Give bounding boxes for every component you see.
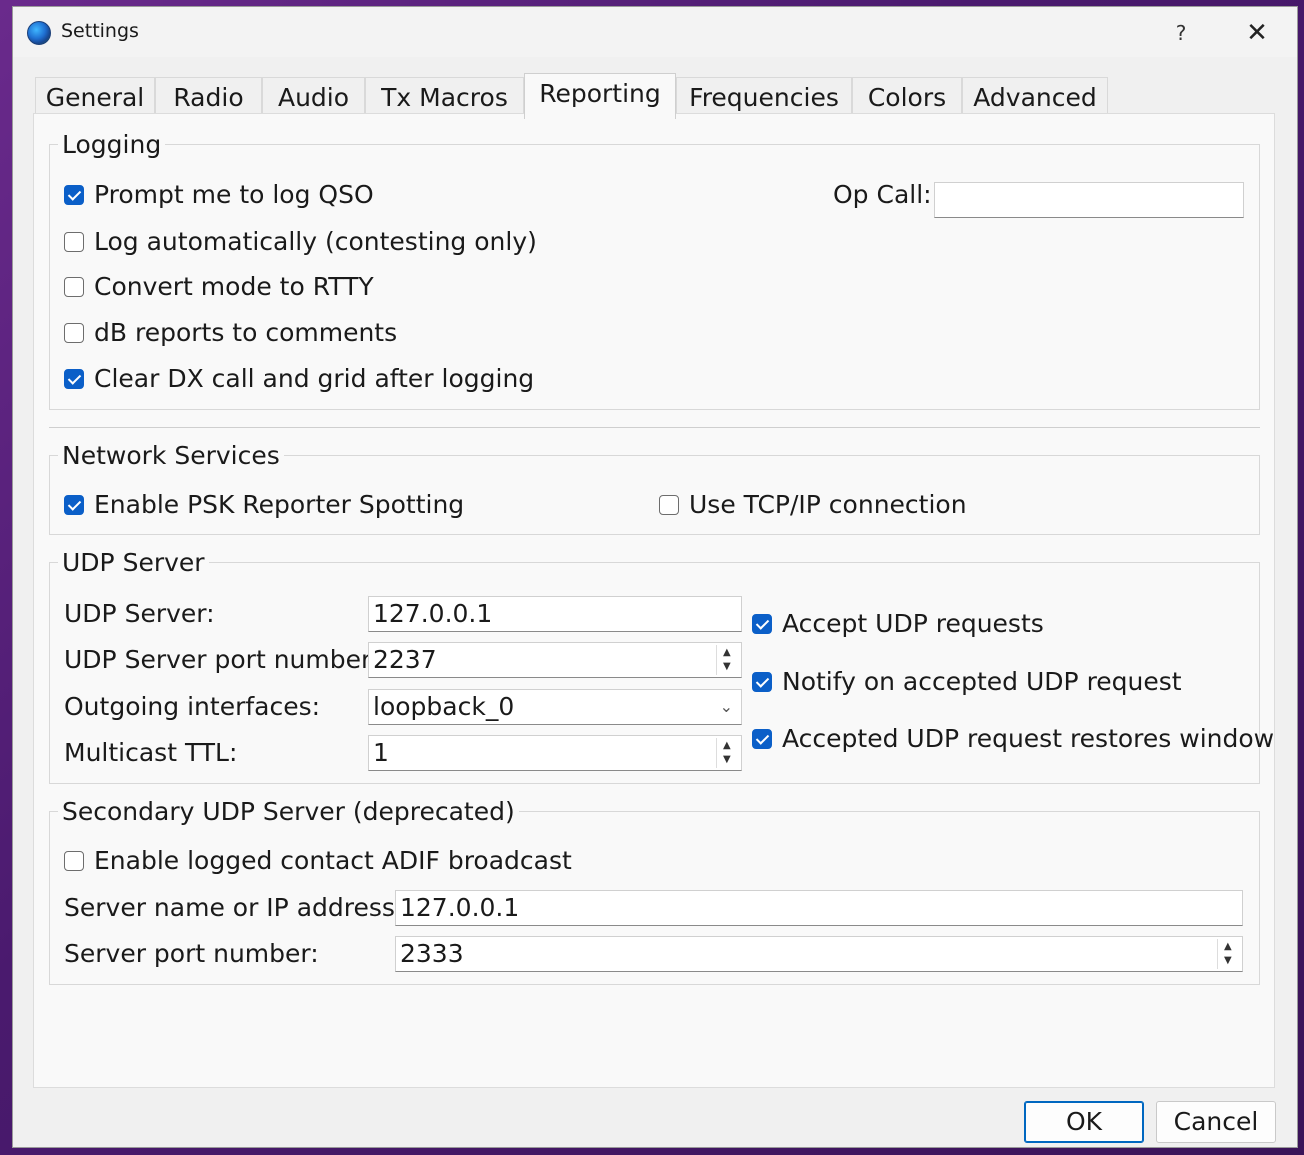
settings-dialog: Settings ? ✕ General Radio Audio Tx Macr… (12, 6, 1298, 1148)
ttl-value: 1 (373, 738, 389, 767)
close-icon[interactable]: ✕ (1239, 15, 1275, 51)
tab-audio[interactable]: Audio (262, 77, 365, 117)
logging-title: Logging (58, 130, 166, 159)
udp-server-label: UDP Server: (64, 599, 215, 628)
notify-udp-checkbox[interactable]: Notify on accepted UDP request (752, 667, 1182, 697)
window-title: Settings (61, 20, 139, 42)
convert-rtty-checkbox[interactable]: Convert mode to RTTY (64, 272, 374, 302)
ttl-label: Multicast TTL: (64, 738, 238, 767)
iface-label: Outgoing interfaces: (64, 692, 321, 721)
tab-tx-macros[interactable]: Tx Macros (365, 77, 524, 117)
log-auto-checkbox[interactable]: Log automatically (contesting only) (64, 227, 537, 257)
server-port-spinbox[interactable]: 2333 ▲ ▼ (395, 936, 1243, 972)
cancel-button[interactable]: Cancel (1156, 1101, 1276, 1143)
checkbox-icon (64, 232, 84, 252)
db-reports-checkbox[interactable]: dB reports to comments (64, 318, 397, 348)
tab-advanced[interactable]: Advanced (962, 77, 1108, 117)
spin-buttons[interactable]: ▲ ▼ (1217, 939, 1240, 969)
spin-buttons[interactable]: ▲ ▼ (716, 738, 739, 768)
checkbox-icon (64, 323, 84, 343)
tab-reporting[interactable]: Reporting (524, 73, 676, 119)
tab-general[interactable]: General (35, 77, 155, 117)
spin-down-icon: ▼ (723, 754, 731, 765)
divider (49, 427, 1260, 428)
tcp-ip-checkbox[interactable]: Use TCP/IP connection (659, 490, 967, 520)
chevron-down-icon: ⌄ (719, 697, 733, 716)
reporting-page: Logging Prompt me to log QSO Log automat… (33, 113, 1275, 1088)
check-icon (64, 185, 84, 205)
spin-buttons[interactable]: ▲ ▼ (716, 645, 739, 675)
prompt-log-checkbox[interactable]: Prompt me to log QSO (64, 180, 374, 210)
checkbox-icon (659, 495, 679, 515)
adif-broadcast-checkbox[interactable]: Enable logged contact ADIF broadcast (64, 846, 572, 876)
check-icon (752, 614, 772, 634)
udp-server-input[interactable]: 127.0.0.1 (368, 596, 742, 632)
psk-reporter-checkbox[interactable]: Enable PSK Reporter Spotting (64, 490, 464, 520)
tab-colors[interactable]: Colors (852, 77, 962, 117)
iface-value: loopback_0 (373, 692, 515, 721)
op-call-input[interactable] (934, 182, 1244, 218)
server-port-value: 2333 (400, 939, 464, 968)
restore-window-checkbox[interactable]: Accepted UDP request restores window (752, 724, 1274, 754)
spin-down-icon: ▼ (1224, 955, 1232, 966)
help-button[interactable]: ? (1165, 17, 1197, 49)
checkbox-icon (64, 277, 84, 297)
tab-radio[interactable]: Radio (155, 77, 262, 117)
spin-up-icon: ▲ (1224, 941, 1232, 952)
ttl-spinbox[interactable]: 1 ▲ ▼ (368, 735, 742, 771)
check-icon (64, 369, 84, 389)
spin-up-icon: ▲ (723, 647, 731, 658)
network-title: Network Services (58, 441, 284, 470)
udp-title: UDP Server (58, 548, 209, 577)
udp-port-label: UDP Server port number: (64, 645, 380, 674)
title-bar: Settings ? ✕ (13, 7, 1297, 57)
clear-dx-checkbox[interactable]: Clear DX call and grid after logging (64, 364, 534, 394)
server-port-label: Server port number: (64, 939, 319, 968)
accept-udp-checkbox[interactable]: Accept UDP requests (752, 609, 1044, 639)
spin-down-icon: ▼ (723, 661, 731, 672)
udp-port-spinbox[interactable]: 2237 ▲ ▼ (368, 642, 742, 678)
check-icon (64, 495, 84, 515)
spin-up-icon: ▲ (723, 740, 731, 751)
check-icon (752, 729, 772, 749)
udp-port-value: 2237 (373, 645, 437, 674)
server-name-input[interactable]: 127.0.0.1 (395, 890, 1243, 926)
tab-frequencies[interactable]: Frequencies (676, 77, 852, 117)
check-icon (752, 672, 772, 692)
iface-dropdown[interactable]: loopback_0 ⌄ (368, 689, 742, 725)
ok-button[interactable]: OK (1024, 1101, 1144, 1143)
app-globe-icon (27, 21, 51, 45)
secondary-udp-title: Secondary UDP Server (deprecated) (58, 797, 519, 826)
server-name-label: Server name or IP address: (64, 893, 404, 922)
op-call-label: Op Call: (833, 180, 932, 209)
checkbox-icon (64, 851, 84, 871)
